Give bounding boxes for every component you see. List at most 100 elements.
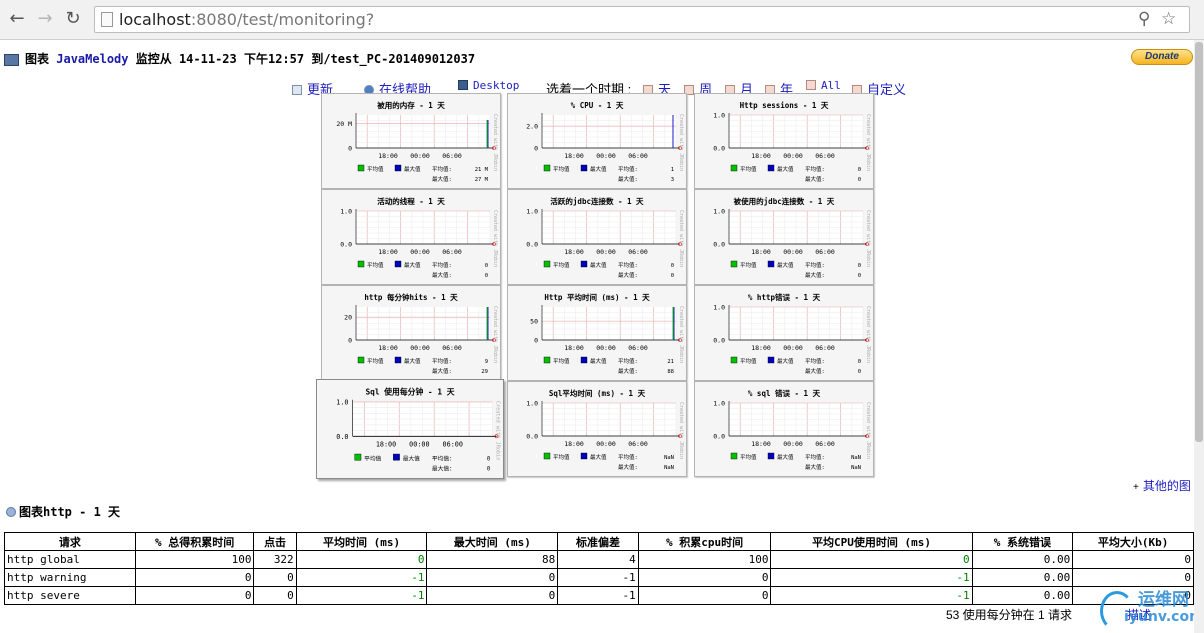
request-name-cell[interactable]: http warning — [4, 568, 136, 587]
legend-avg-label: 平均值 — [364, 454, 381, 462]
column-header[interactable]: % 系统错误 — [971, 532, 1074, 551]
x-tick-label: 18:00 — [564, 344, 584, 352]
column-header[interactable]: 最大时间 (ms) — [426, 532, 559, 551]
avg-value: NaN — [851, 455, 861, 461]
legend-max-swatch — [767, 164, 775, 172]
desktop-icon — [458, 80, 468, 90]
avg-value: 9 — [485, 359, 488, 365]
table-cell: 0 — [1072, 550, 1194, 569]
legend-avg-swatch — [543, 452, 551, 460]
x-tick-label: 00:00 — [596, 440, 616, 448]
x-tick-label: 06:00 — [443, 441, 463, 449]
column-header[interactable]: 平均CPU使用时间 (ms) — [770, 532, 973, 551]
avg-value: 1 — [671, 167, 674, 173]
x-tick-label: 00:00 — [783, 344, 803, 352]
donate-button[interactable]: Donate — [1131, 49, 1193, 65]
legend-max-label: 最大值 — [404, 357, 421, 365]
column-header[interactable]: 平均大小(Kb) — [1072, 532, 1194, 551]
header-prefix: 图表 — [25, 52, 50, 66]
max-label: 最大值: — [805, 271, 825, 279]
y-tick-label: 1.0 — [336, 399, 348, 407]
other-charts-link[interactable]: + 其他的图 — [1133, 477, 1191, 494]
chart-svg: Http 平均时间 (ms) - 1 天 50 0 18:00 00:00 06:00 Cr… — [530, 292, 684, 375]
chart-tile[interactable]: Http sessions - 1 天 1.0 0.0 18:00 00:00 06:00… — [694, 93, 874, 189]
chart-tile[interactable]: 被用的内存 - 1 天 20 M 0 18:00 00:00 06:00 Created w… — [321, 93, 501, 189]
max-label: 最大值: — [618, 463, 638, 471]
forward-icon[interactable]: → — [34, 8, 56, 30]
table-cell: 0 — [253, 586, 297, 605]
column-header[interactable]: % 积累cpu时间 — [637, 532, 772, 551]
column-header[interactable]: 标准偏差 — [557, 532, 639, 551]
address-bar[interactable]: localhost:8080/test/monitoring? ⚲ ☆ — [94, 6, 1190, 33]
table-row[interactable]: http warning 0 0 -1 0 -1 0 -1 0.00 0 — [4, 568, 1194, 587]
y-tick-label: 1.0 — [526, 208, 538, 216]
scrollbar-thumb[interactable] — [1195, 42, 1203, 442]
column-header[interactable]: 点击 — [253, 532, 297, 551]
x-tick-label: 00:00 — [410, 344, 430, 352]
avg-value: 21 M — [475, 167, 489, 173]
vertical-scrollbar[interactable] — [1194, 40, 1204, 633]
chart-tile[interactable]: 活动的线程 - 1 天 1.0 0.0 18:00 00:00 06:00 Created … — [321, 189, 501, 285]
chart-tile[interactable]: Sql 使用每分钟 - 1 天 1.0 0.0 18:00 00:00 06:00 Crea… — [316, 379, 504, 479]
chart-tile[interactable]: http 每分钟hits - 1 天 20 0 18:00 00:00 06:00 Crea… — [321, 285, 501, 381]
chart-tile[interactable]: Http 平均时间 (ms) - 1 天 50 0 18:00 00:00 06:00 Cr… — [507, 285, 687, 381]
max-label: 最大值: — [805, 367, 825, 375]
expand-icon: + — [1133, 482, 1139, 493]
legend-avg-swatch — [730, 452, 738, 460]
period-all-link[interactable]: All — [806, 79, 841, 92]
max-value: 88 — [667, 369, 674, 375]
zoom-icon[interactable]: ⚲ — [1138, 9, 1150, 29]
back-icon[interactable]: ← — [6, 8, 28, 30]
max-value: 29 — [481, 369, 488, 375]
avg-label: 平均值: — [432, 357, 452, 365]
y-tick-label: 0.0 — [713, 433, 725, 441]
chart-tile[interactable]: 被使用的jdbc连接数 - 1 天 1.0 0.0 18:00 00:00 06:00 Cr… — [694, 189, 874, 285]
chart-tile[interactable]: Sql平均时间 (ms) - 1 天 1.0 0.0 18:00 00:00 06:00 C… — [507, 381, 687, 477]
chart-tile[interactable]: % http错误 - 1 天 1.0 0.0 18:00 00:00 06:00 Creat… — [694, 285, 874, 381]
legend-avg-label: 平均值 — [740, 165, 757, 173]
chart-tile[interactable]: % sql 错误 - 1 天 1.0 0.0 18:00 00:00 06:00 Creat… — [694, 381, 874, 477]
chart-tile[interactable]: 活跃的jdbc连接数 - 1 天 1.0 0.0 18:00 00:00 06:00 Cre… — [507, 189, 687, 285]
max-value: NaN — [664, 465, 674, 471]
chart-svg: % CPU - 1 天 2.0 0 18:00 00:00 06:00 Created wi… — [526, 101, 684, 183]
avg-value: 0 — [487, 456, 491, 462]
y-tick-label: 1.0 — [713, 208, 725, 216]
request-name-cell[interactable]: http severe — [4, 586, 136, 605]
column-header[interactable]: % 总得积累时间 — [134, 532, 255, 551]
y-tick-label: 1.0 — [526, 400, 538, 408]
chart-tile[interactable]: % CPU - 1 天 2.0 0 18:00 00:00 06:00 Created wi… — [507, 93, 687, 189]
table-row[interactable]: http global 100 322 0 88 4 100 0 0.00 0 — [4, 550, 1194, 569]
x-tick-label: 18:00 — [751, 440, 771, 448]
y-tick-label: 0.0 — [340, 241, 352, 249]
y-tick-label: 0 — [534, 337, 538, 345]
chart-title: Sql 使用每分钟 - 1 天 — [365, 387, 454, 397]
column-header[interactable]: 平均时间 (ms) — [295, 532, 428, 551]
y-tick-label: 20 M — [336, 120, 352, 128]
bookmark-star-icon[interactable]: ☆ — [1161, 9, 1176, 29]
desktop-link[interactable]: Desktop — [458, 79, 519, 92]
chart-svg: 被用的内存 - 1 天 20 M 0 18:00 00:00 06:00 Created w… — [336, 100, 498, 183]
max-value: NaN — [851, 465, 861, 471]
y-tick-label: 20 — [344, 314, 352, 322]
legend-avg-label: 平均值 — [367, 165, 384, 173]
legend-avg-label: 平均值 — [740, 357, 757, 365]
table-cell: 0 — [1072, 568, 1194, 587]
table-row[interactable]: http severe 0 0 -1 0 -1 0 -1 0.00 0 — [4, 586, 1194, 605]
reload-icon[interactable]: ↻ — [62, 8, 84, 30]
avg-label: 平均值: — [805, 357, 825, 365]
x-tick-label: 00:00 — [596, 248, 616, 256]
chart-title: 活动的线程 - 1 天 — [377, 196, 445, 206]
request-name-cell[interactable]: http global — [4, 550, 136, 569]
legend-avg-label: 平均值 — [740, 261, 757, 269]
avg-label: 平均值: — [805, 453, 825, 461]
table-cell: 0 — [770, 550, 973, 569]
x-tick-label: 18:00 — [376, 441, 396, 449]
legend-max-label: 最大值 — [777, 453, 794, 461]
chart-svg: 被使用的jdbc连接数 - 1 天 1.0 0.0 18:00 00:00 06:00 Cr… — [713, 196, 871, 279]
refresh-icon — [292, 85, 302, 95]
y-tick-label: 0.0 — [713, 145, 725, 153]
url-text[interactable]: localhost:8080/test/monitoring? — [119, 10, 374, 29]
column-header[interactable]: 请求 — [4, 532, 136, 551]
avg-label: 平均值: — [618, 261, 638, 269]
legend-avg-swatch — [543, 356, 551, 364]
